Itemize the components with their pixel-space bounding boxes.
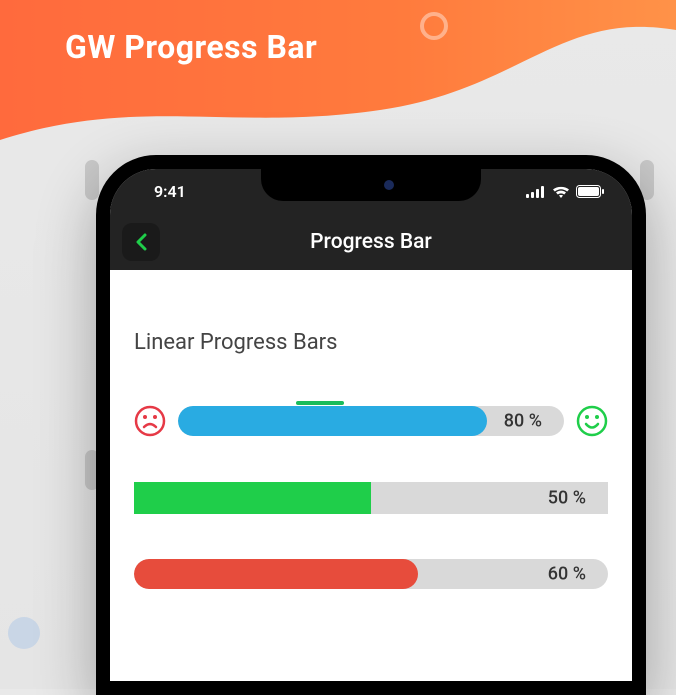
- progress-track[interactable]: 50 %: [134, 482, 608, 514]
- progress-label: 50 %: [548, 488, 586, 509]
- battery-icon: [576, 185, 604, 198]
- back-button[interactable]: [122, 223, 160, 261]
- progress-fill: [178, 406, 487, 436]
- progress-track[interactable]: 60 %: [134, 559, 608, 589]
- chevron-left-icon: [135, 233, 147, 251]
- banner-title: GW Progress Bar: [65, 28, 317, 66]
- happy-face-icon: [576, 405, 608, 437]
- progress-bar-row: 80 %: [134, 405, 608, 437]
- progress-bar-row: 50 %: [134, 482, 608, 514]
- signal-icon: [526, 186, 546, 198]
- progress-label: 80 %: [504, 411, 542, 432]
- progress-fill: [134, 559, 418, 589]
- phone-side-button: [85, 160, 99, 200]
- phone-notch: [261, 169, 481, 201]
- nav-bar: Progress Bar: [110, 214, 632, 270]
- progress-track[interactable]: 80 %: [178, 406, 564, 436]
- content-area: Linear Progress Bars 80 % 50 % 60 %: [110, 270, 632, 589]
- status-time: 9:41: [154, 182, 186, 201]
- progress-bar-row: 60 %: [134, 559, 608, 589]
- status-indicators: [526, 185, 604, 198]
- section-heading: Linear Progress Bars: [134, 330, 608, 405]
- nav-title: Progress Bar: [310, 230, 432, 254]
- progress-label: 60 %: [548, 564, 586, 585]
- decorative-bubble: [420, 12, 448, 40]
- phone-screen: 9:41 Progress Bar Linear Progress Bars: [110, 169, 632, 681]
- header-wave: [0, 0, 676, 160]
- progress-fill: [134, 482, 371, 514]
- sad-face-icon: [134, 405, 166, 437]
- decorative-bubble: [8, 617, 40, 649]
- wifi-icon: [552, 185, 570, 198]
- section-title: Linear Progress Bars: [134, 330, 337, 355]
- phone-frame: 9:41 Progress Bar Linear Progress Bars: [96, 155, 646, 695]
